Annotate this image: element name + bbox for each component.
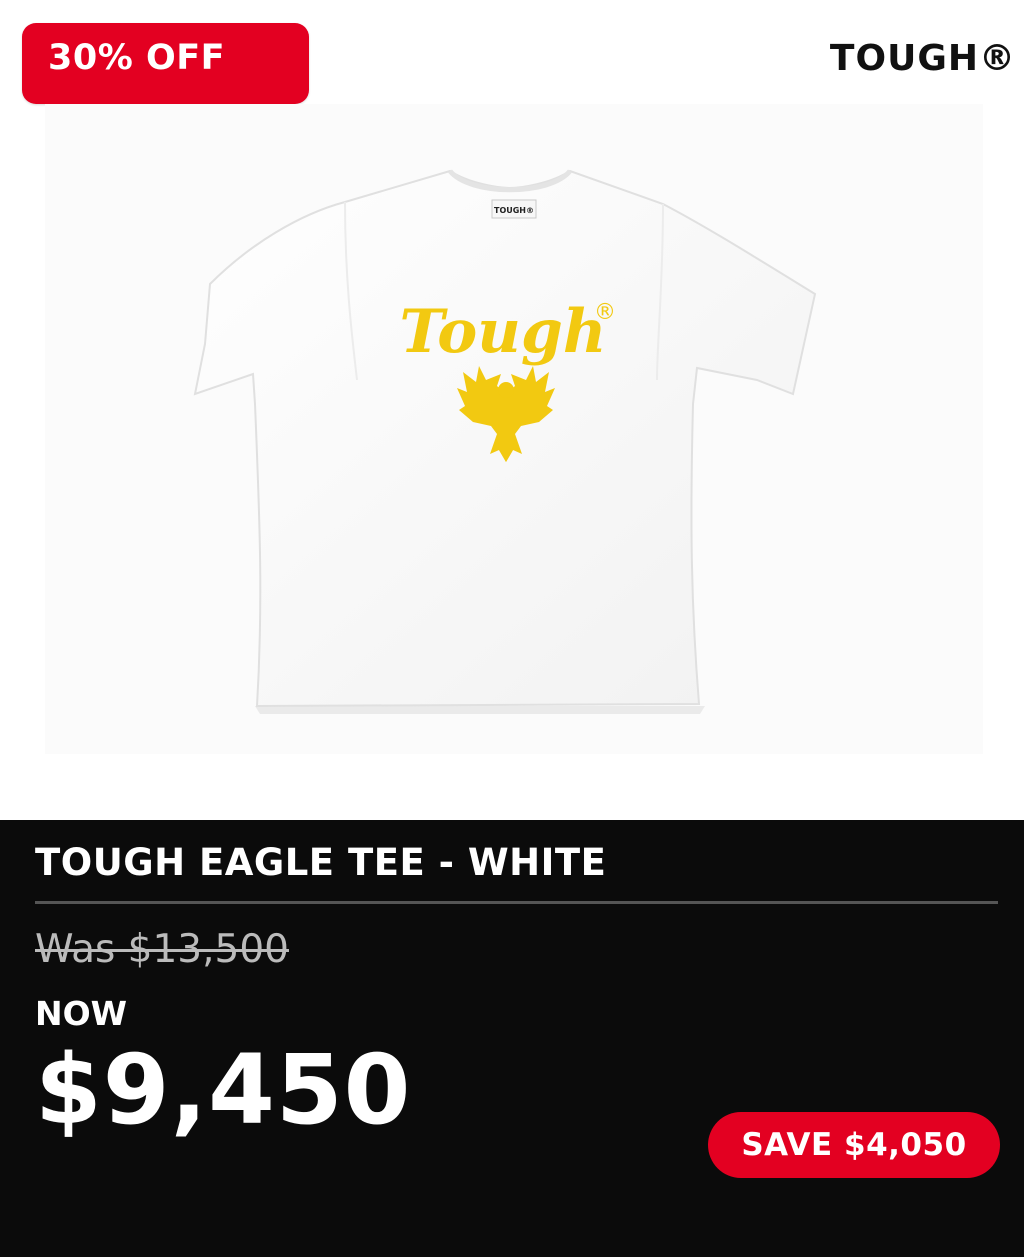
neck-label: TOUGH®	[494, 206, 534, 215]
product-title: TOUGH EAGLE TEE - WHITE	[35, 841, 607, 884]
print-text: Tough	[400, 297, 607, 367]
price-panel: TOUGH EAGLE TEE - WHITE Was $13,500 NOW …	[0, 820, 1024, 1257]
divider	[35, 901, 998, 904]
brand-logo: TOUGH®	[829, 38, 1016, 79]
print-registered-mark: ®	[594, 300, 616, 325]
original-price: Was $13,500	[35, 927, 289, 972]
product-card: 30% OFF TOUGH® TOUGH® Tough ® TOUGH EAGL…	[0, 0, 1024, 1257]
product-image: TOUGH® Tough ®	[45, 104, 983, 754]
now-label: NOW	[35, 994, 128, 1033]
discount-badge: 30% OFF	[22, 23, 309, 104]
savings-badge: SAVE $4,050	[708, 1112, 1000, 1178]
sale-price: $9,450	[35, 1034, 412, 1146]
tshirt-illustration: TOUGH® Tough ®	[193, 169, 817, 714]
